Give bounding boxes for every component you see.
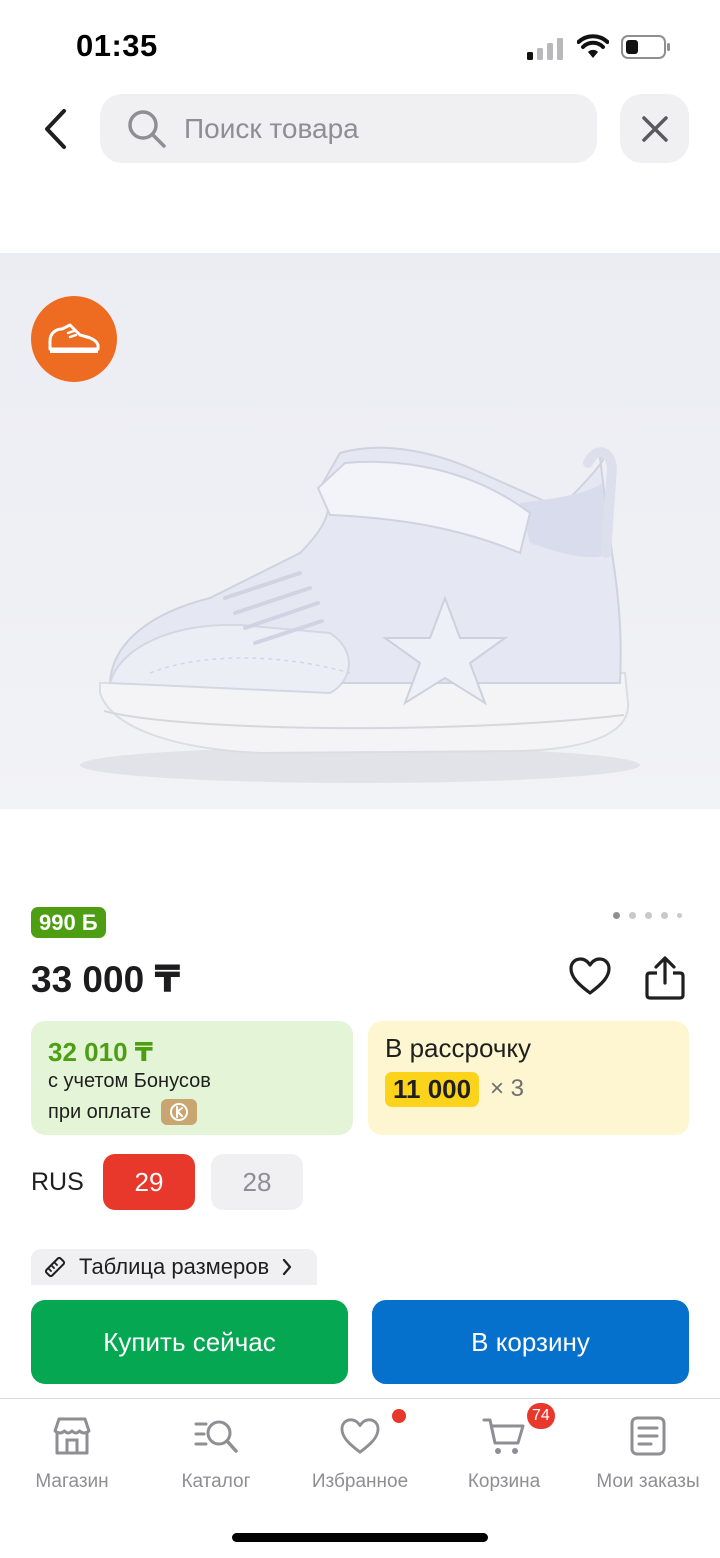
tab-catalog[interactable]: Каталог [144, 1413, 288, 1493]
installment-months: × 3 [490, 1075, 525, 1102]
bonus-note-line2-text: при оплате [48, 1100, 152, 1123]
clear-search-button[interactable] [620, 94, 689, 163]
tab-shop[interactable]: Магазин [0, 1413, 144, 1493]
cart-icon [482, 1418, 525, 1454]
sneaker-icon [48, 323, 100, 353]
heart-icon [340, 1418, 380, 1454]
search-input[interactable] [184, 112, 564, 145]
buy-now-button[interactable]: Купить сейчас [31, 1300, 348, 1384]
chevron-left-icon [45, 109, 66, 149]
gallery-pagination [613, 910, 683, 920]
size-option-29[interactable]: 29 [103, 1154, 195, 1210]
pagination-dot [661, 911, 668, 919]
pagination-dot [645, 911, 652, 919]
battery-icon [621, 35, 670, 59]
bonus-points-badge: 990 Б [31, 907, 106, 938]
installment-card[interactable]: В рассрочку 11 000 × 3 [368, 1021, 689, 1135]
installment-monthly-amount: 11 000 [385, 1072, 480, 1107]
bonus-price: 32 010 ₸ [48, 1037, 153, 1067]
chevron-right-icon [283, 1258, 292, 1276]
pagination-dot [613, 911, 620, 919]
share-icon[interactable] [644, 955, 686, 1001]
tab-cart-label: Корзина [467, 1471, 541, 1492]
back-button[interactable] [32, 104, 78, 154]
favorites-notification-dot [392, 1409, 406, 1423]
home-indicator [232, 1533, 488, 1542]
tab-shop-label: Магазин [35, 1471, 109, 1492]
orders-icon [630, 1416, 666, 1456]
bonus-note-line2: при оплате [48, 1099, 198, 1125]
add-to-cart-button[interactable]: В корзину [372, 1300, 689, 1384]
wifi-icon [577, 34, 609, 58]
bonus-price-card[interactable]: 32 010 ₸ с учетом Бонусов при оплате [31, 1021, 353, 1135]
cart-count-badge: 74 [527, 1403, 555, 1429]
tab-orders-label: Мои заказы [596, 1471, 700, 1492]
pagination-dot [629, 911, 636, 919]
size-table-link[interactable]: Таблица размеров [31, 1249, 317, 1285]
search-icon [128, 109, 166, 148]
size-option-28[interactable]: 28 [211, 1154, 303, 1210]
ruler-icon [44, 1256, 66, 1278]
size-table-label: Таблица размеров [79, 1254, 270, 1279]
favorite-heart-icon[interactable] [568, 956, 612, 996]
status-time: 01:35 [76, 28, 158, 63]
search-bar[interactable] [100, 94, 597, 163]
tab-cart[interactable]: 74 Корзина [432, 1403, 576, 1493]
tab-catalog-label: Каталог [181, 1471, 251, 1492]
cellular-signal-icon [527, 38, 563, 60]
tab-favorites-label: Избранное [311, 1471, 409, 1492]
installment-title: В рассрочку [385, 1033, 532, 1063]
kaspi-logo-icon [161, 1099, 198, 1125]
tab-orders[interactable]: Мои заказы [576, 1413, 720, 1493]
close-icon [641, 115, 668, 142]
product-price: 33 000 ₸ [31, 959, 181, 1000]
catalog-icon [194, 1420, 238, 1453]
tab-favorites[interactable]: Избранное [288, 1409, 432, 1493]
pagination-dot [677, 912, 682, 918]
bonus-note-line1: с учетом Бонусов [48, 1070, 211, 1092]
shop-icon [53, 1417, 91, 1455]
size-system-label: RUS [31, 1168, 84, 1196]
category-sneakers-badge[interactable] [31, 296, 117, 382]
